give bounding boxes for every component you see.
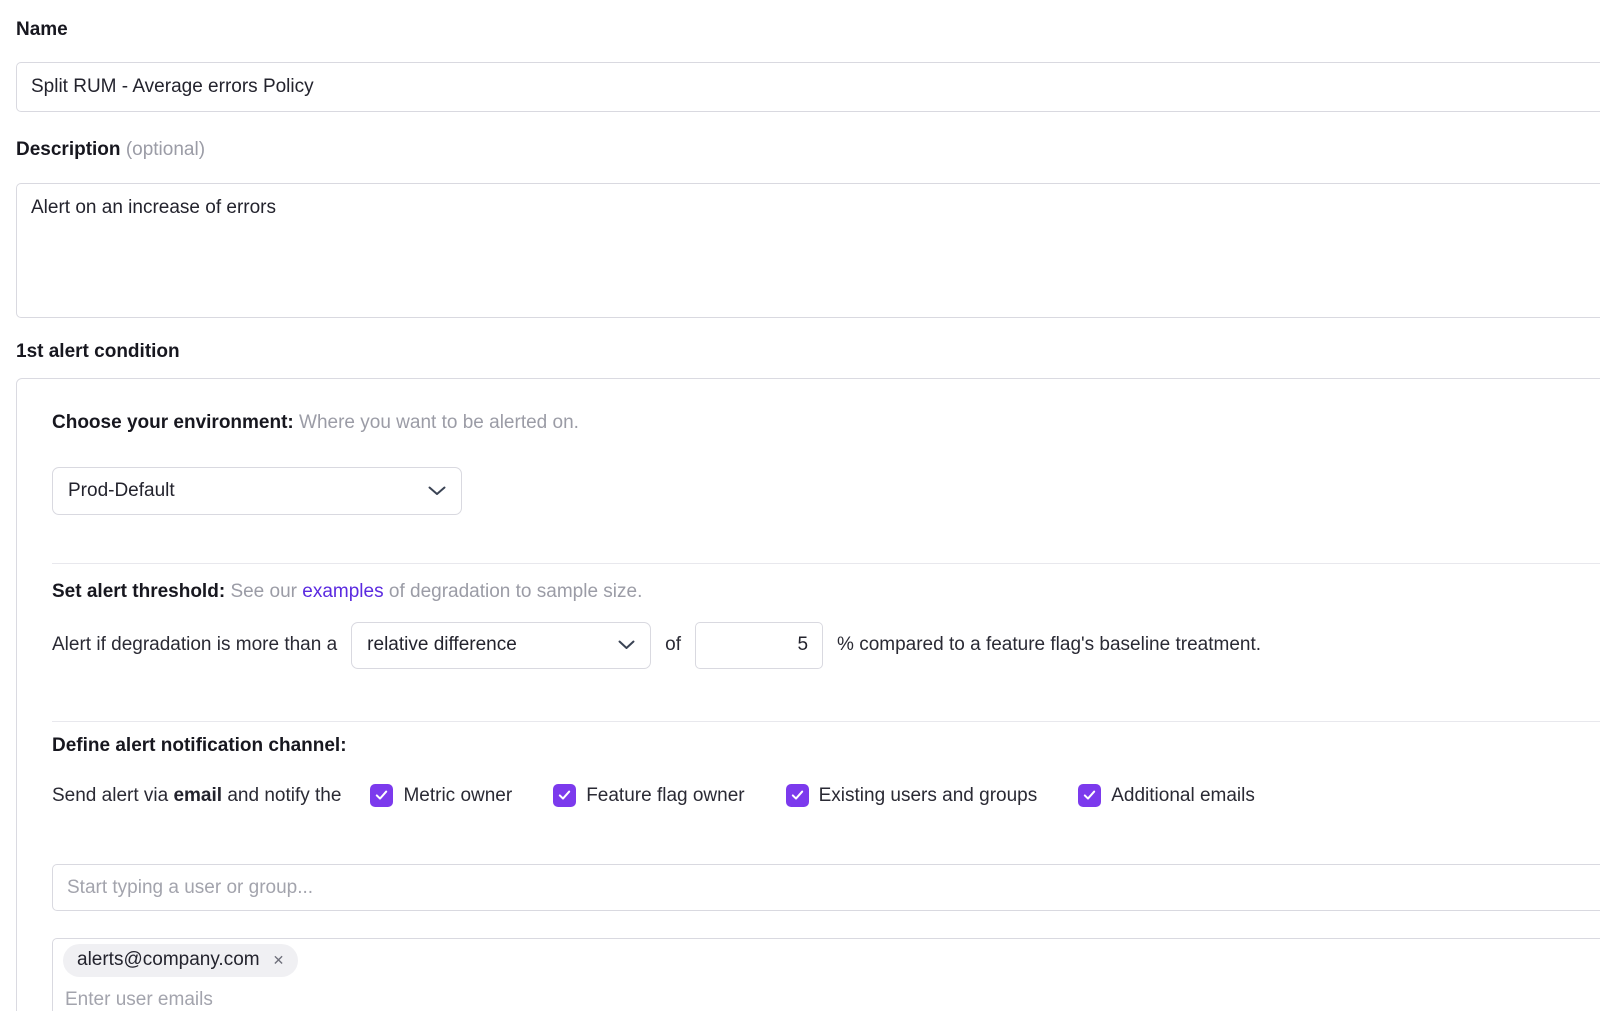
chevron-down-icon	[428, 486, 446, 496]
environment-select[interactable]: Prod-Default	[52, 467, 462, 515]
threshold-hint-before: See our	[230, 581, 297, 602]
email-input-placeholder: Enter user emails	[63, 989, 1600, 1011]
threshold-row: Alert if degradation is more than a rela…	[52, 621, 1261, 669]
checkbox-additional-emails[interactable]: Additional emails	[1078, 784, 1255, 807]
notification-row: Send alert via email and notify the Metr…	[52, 784, 1255, 807]
threshold-sentence-end: % compared to a feature flag's baseline …	[837, 634, 1261, 656]
checkbox-checked-icon[interactable]	[553, 784, 576, 807]
checkbox-label: Existing users and groups	[819, 785, 1038, 807]
threshold-label: Set alert threshold:	[52, 581, 225, 602]
notification-sentence: Send alert via email and notify the	[52, 785, 341, 807]
divider	[52, 563, 1600, 564]
checkbox-metric-owner[interactable]: Metric owner	[370, 784, 512, 807]
alert-policy-form: Name Description (optional) Alert on an …	[0, 0, 1600, 1011]
name-label: Name	[16, 19, 68, 41]
checkbox-label: Additional emails	[1111, 785, 1255, 807]
notification-sentence-pre: Send alert via	[52, 785, 168, 806]
notification-sentence-post: and notify the	[227, 785, 341, 806]
comparison-type-value: relative difference	[367, 634, 517, 656]
email-chip: alerts@company.com ✕	[63, 944, 298, 977]
user-group-input[interactable]	[52, 864, 1600, 911]
threshold-hint-after: of degradation to sample size.	[389, 581, 643, 602]
environment-label: Choose your environment:	[52, 412, 294, 433]
checkbox-checked-icon[interactable]	[370, 784, 393, 807]
examples-link[interactable]: examples	[302, 581, 383, 602]
threshold-sentence-start: Alert if degradation is more than a	[52, 634, 337, 656]
description-label-text: Description	[16, 139, 121, 160]
notification-sentence-bold: email	[173, 785, 222, 806]
close-icon[interactable]: ✕	[273, 953, 285, 967]
condition-section-title: 1st alert condition	[16, 341, 180, 363]
threshold-label-line: Set alert threshold: See our examples of…	[52, 581, 642, 603]
checkbox-feature-flag-owner[interactable]: Feature flag owner	[553, 784, 744, 807]
environment-select-value: Prod-Default	[68, 480, 175, 502]
checkbox-existing-users-groups[interactable]: Existing users and groups	[786, 784, 1038, 807]
checkbox-label: Feature flag owner	[586, 785, 744, 807]
chevron-down-icon	[618, 640, 635, 650]
comparison-type-select[interactable]: relative difference	[351, 622, 651, 669]
threshold-of-text: of	[665, 634, 681, 656]
additional-emails-box[interactable]: alerts@company.com ✕ Enter user emails	[52, 938, 1600, 1011]
environment-hint: Where you want to be alerted on.	[299, 412, 579, 433]
checkbox-label: Metric owner	[403, 785, 512, 807]
checkbox-checked-icon[interactable]	[786, 784, 809, 807]
notification-label: Define alert notification channel:	[52, 735, 347, 757]
condition-card: Choose your environment: Where you want …	[16, 378, 1600, 1011]
description-label: Description (optional)	[16, 139, 205, 161]
description-optional-text: (optional)	[126, 139, 205, 160]
checkbox-checked-icon[interactable]	[1078, 784, 1101, 807]
threshold-value-input[interactable]	[695, 622, 823, 669]
name-input[interactable]	[16, 62, 1600, 112]
email-chip-text: alerts@company.com	[77, 949, 260, 971]
environment-label-line: Choose your environment: Where you want …	[52, 412, 579, 434]
divider	[52, 721, 1600, 722]
description-textarea[interactable]: Alert on an increase of errors	[16, 183, 1600, 318]
